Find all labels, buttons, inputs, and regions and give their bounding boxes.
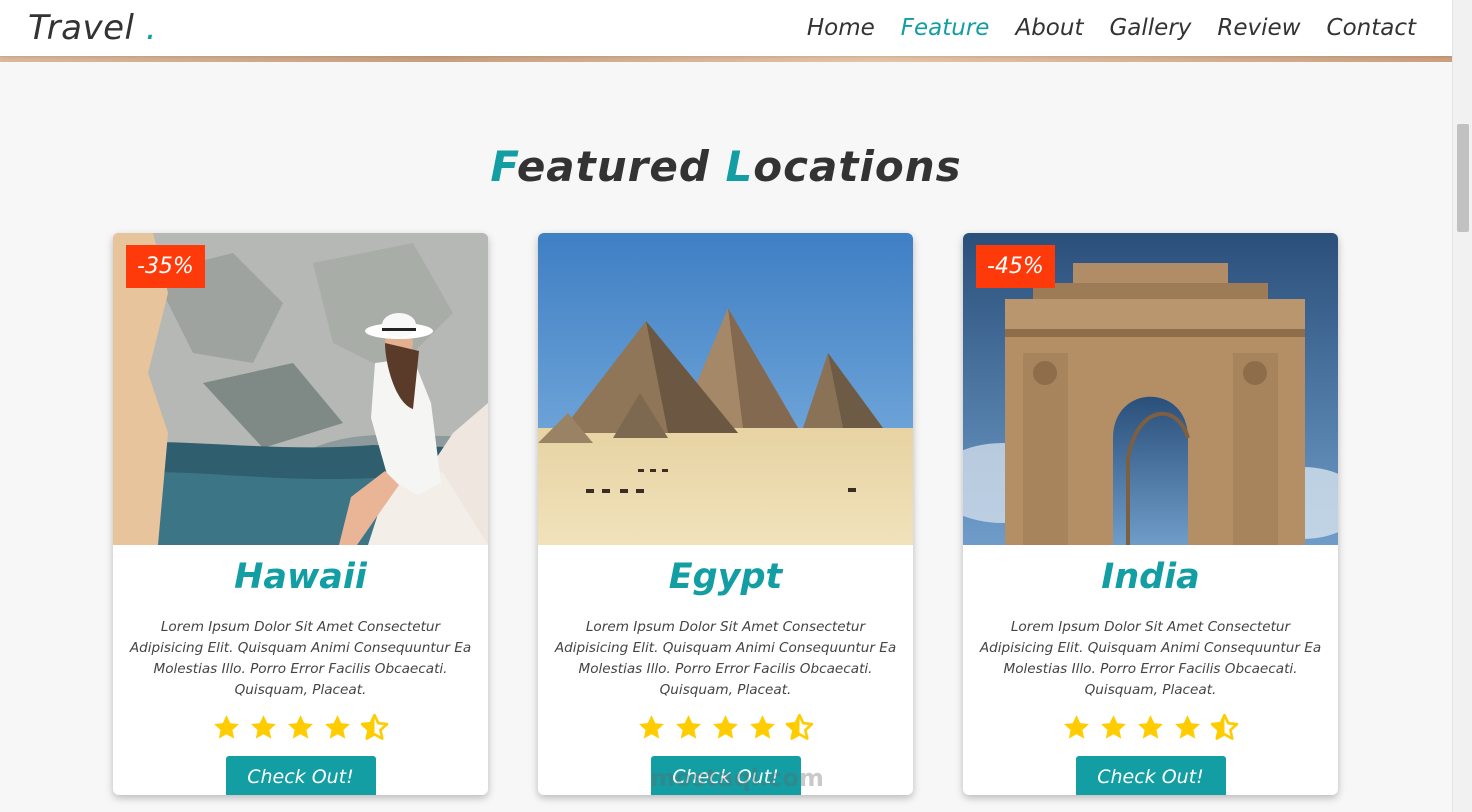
scrollbar-thumb[interactable] (1457, 124, 1469, 232)
star-icon (325, 715, 350, 739)
location-image-india: -45% (963, 233, 1338, 545)
logo-text: Travel (28, 8, 135, 48)
location-image-hawaii: -35% (113, 233, 488, 545)
nav-gallery[interactable]: Gallery (1109, 15, 1191, 41)
star-icon (214, 715, 239, 739)
rating-stars (113, 713, 488, 743)
section-title: Featured Locations (0, 142, 1452, 191)
check-out-button[interactable]: Check Out! (225, 756, 376, 795)
star-half-icon (785, 713, 814, 740)
title-accent-l: L (725, 142, 754, 191)
rating-stars (963, 713, 1338, 743)
nav-about[interactable]: About (1015, 15, 1083, 41)
star-icon (1138, 715, 1163, 739)
star-icon (750, 715, 775, 739)
check-out-button[interactable]: Check Out! (1075, 756, 1226, 795)
star-half-icon (1210, 713, 1239, 740)
star-half-icon (360, 713, 389, 740)
star-icon (713, 715, 738, 739)
title-word-featured: eatured (516, 142, 710, 191)
location-description: Lorem Ipsum Dolor Sit Amet Consectetur A… (979, 619, 1322, 698)
nav-contact[interactable]: Contact (1327, 15, 1416, 41)
location-card-hawaii: -35% Hawaii Lorem Ipsum Dolor Sit Amet C… (113, 233, 488, 795)
discount-badge: -45% (976, 245, 1055, 288)
location-description: Lorem Ipsum Dolor Sit Amet Consectetur A… (554, 619, 897, 698)
main-nav: Home Feature About Gallery Review Contac… (807, 15, 1416, 41)
nav-review[interactable]: Review (1217, 15, 1300, 41)
logo[interactable]: Travel . (28, 8, 157, 48)
location-card-india: -45% India Lorem Ipsum Dolor Sit Amet Co… (963, 233, 1338, 795)
location-image-egypt (538, 233, 913, 545)
star-icon (251, 715, 276, 739)
star-icon (1064, 715, 1089, 739)
title-word-locations: ocations (753, 142, 962, 191)
page: Travel . Home Feature About Gallery Revi… (0, 0, 1472, 812)
location-title: India (1101, 557, 1200, 597)
rating-stars (538, 713, 913, 743)
location-description: Lorem Ipsum Dolor Sit Amet Consectetur A… (129, 619, 472, 698)
logo-dot: . (145, 8, 158, 48)
egypt-photo (538, 233, 913, 545)
nav-home[interactable]: Home (807, 15, 875, 41)
star-icon (676, 715, 701, 739)
header: Travel . Home Feature About Gallery Revi… (0, 0, 1452, 56)
star-icon (1175, 715, 1200, 739)
page-scrollbar[interactable] (1452, 0, 1472, 812)
star-icon (288, 715, 313, 739)
star-icon (639, 715, 664, 739)
location-title: Egypt (668, 557, 783, 597)
nav-feature[interactable]: Feature (901, 15, 990, 41)
title-accent-f: F (490, 142, 517, 191)
discount-badge: -35% (126, 245, 205, 288)
check-out-button[interactable]: Check Out! (650, 756, 801, 795)
location-title: Hawaii (234, 557, 367, 597)
star-icon (1101, 715, 1126, 739)
location-card-egypt: Egypt Lorem Ipsum Dolor Sit Amet Consect… (538, 233, 913, 795)
